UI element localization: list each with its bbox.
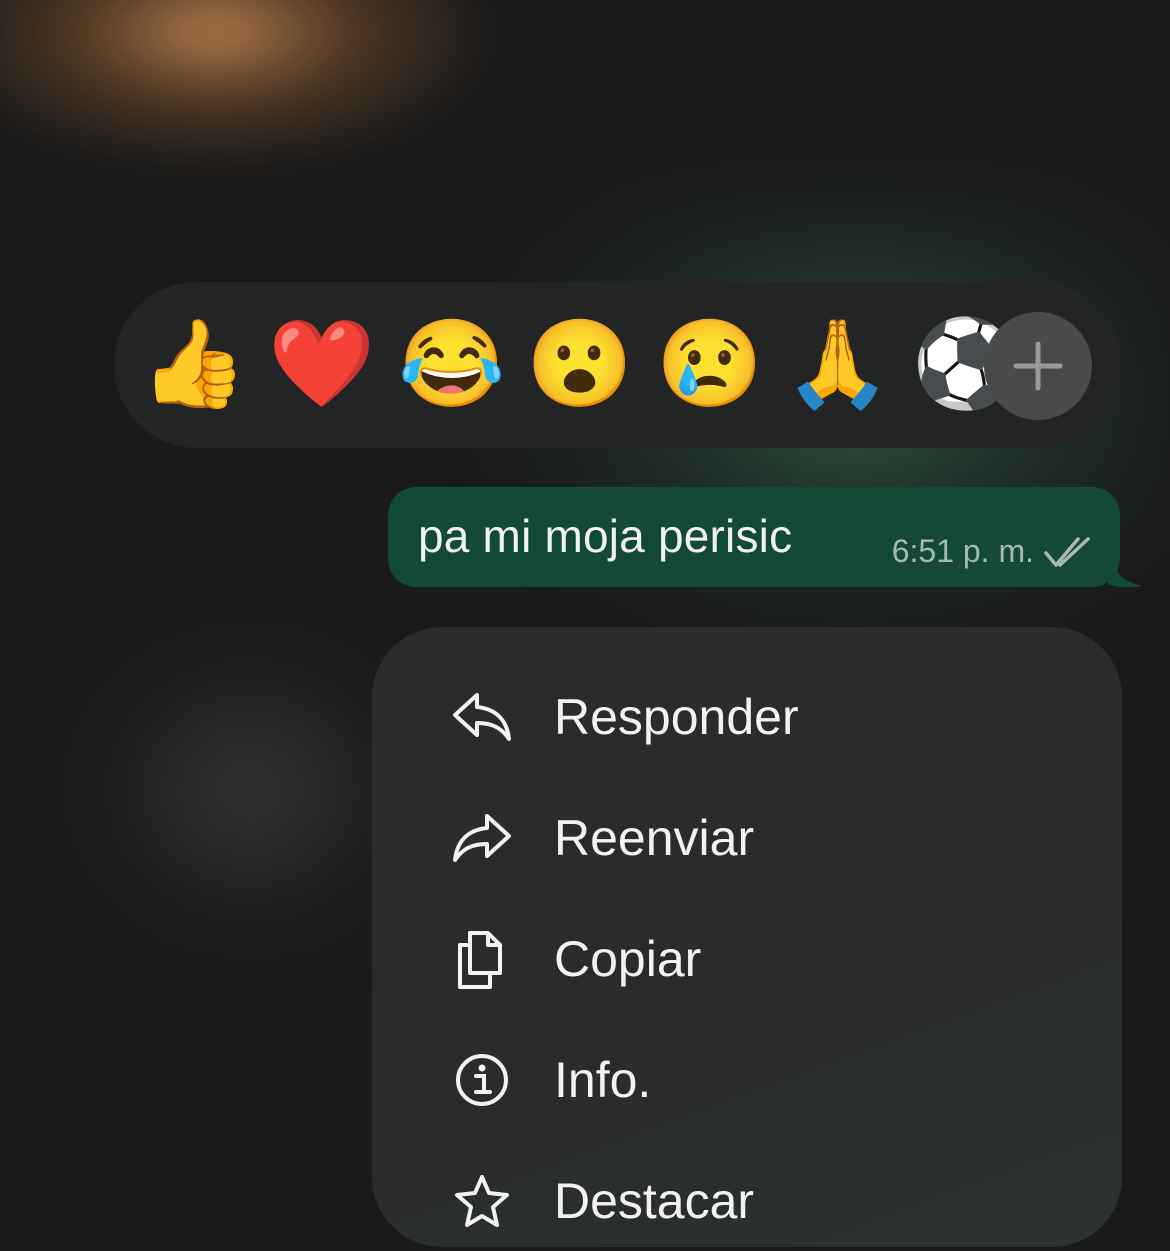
more-reactions-button[interactable]: [984, 312, 1092, 420]
reply-icon: [450, 685, 514, 749]
menu-label-reply: Responder: [554, 689, 799, 745]
menu-item-info[interactable]: Info.: [372, 1030, 1122, 1130]
menu-item-reply[interactable]: Responder: [372, 667, 1122, 767]
menu-item-forward[interactable]: Reenviar: [372, 788, 1122, 888]
info-icon: [450, 1048, 514, 1112]
menu-label-copy: Copiar: [554, 931, 702, 987]
message-meta: 6:51 p. m.: [892, 533, 1092, 570]
double-check-icon: [1044, 536, 1090, 567]
reaction-thumbs-up[interactable]: 👍: [140, 312, 247, 416]
reaction-crying-face[interactable]: 😢: [656, 312, 763, 416]
message-time: 6:51 p. m.: [891, 533, 1034, 569]
copy-icon: [450, 927, 514, 991]
reaction-surprised-face[interactable]: 😮: [526, 312, 633, 416]
forward-icon: [450, 806, 514, 870]
menu-label-star: Destacar: [554, 1173, 755, 1229]
menu-label-forward: Reenviar: [554, 810, 755, 866]
plus-icon: [1013, 341, 1063, 391]
reaction-bar: 👍 ❤️ 😂 😮 😢 🙏 ⚽: [114, 282, 1122, 448]
menu-item-copy[interactable]: Copiar: [372, 909, 1122, 1009]
reaction-red-heart[interactable]: ❤️: [268, 312, 375, 416]
reaction-folded-hands[interactable]: 🙏: [784, 312, 891, 416]
bubble-tail: [1108, 548, 1142, 588]
menu-item-star[interactable]: Destacar: [372, 1151, 1122, 1251]
message-text: pa mi moja perisic: [418, 510, 793, 562]
menu-label-info: Info.: [554, 1052, 652, 1108]
background-blur-top: [0, 0, 500, 170]
reaction-tears-of-joy[interactable]: 😂: [398, 312, 505, 416]
message-bubble[interactable]: pa mi moja perisic 6:51 p. m.: [388, 487, 1120, 587]
context-menu: Responder Reenviar Copiar Info. Destacar: [372, 627, 1122, 1247]
star-icon: [450, 1169, 514, 1233]
